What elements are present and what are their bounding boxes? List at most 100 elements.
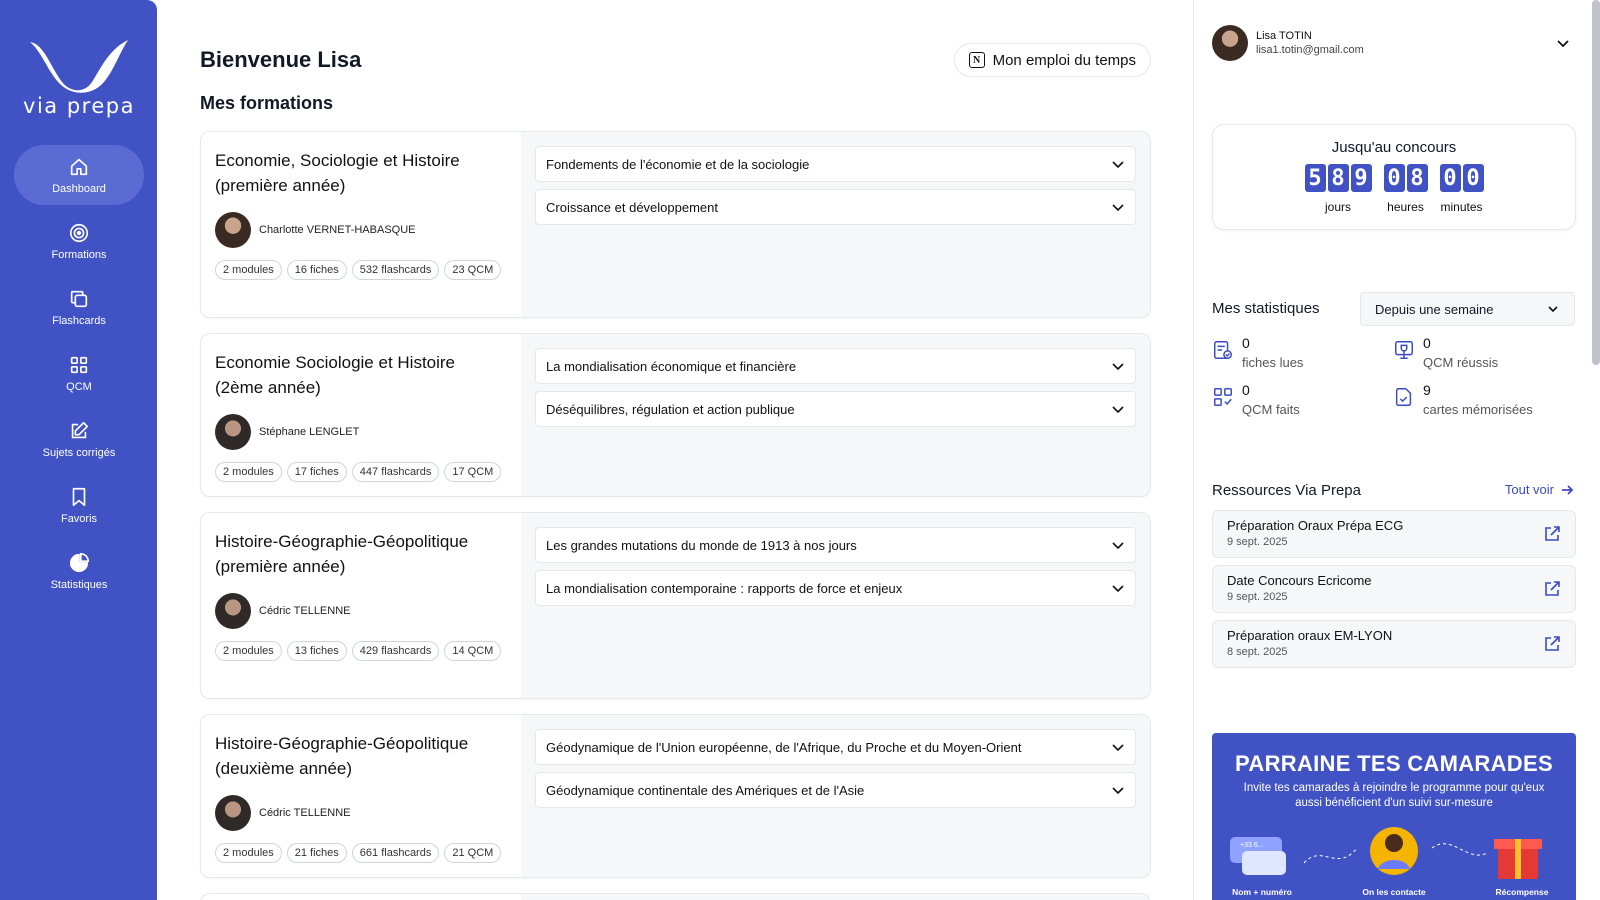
formation-title[interactable]: Economie Sociologie et Histoire (2ème an… [215, 350, 505, 400]
see-all-link[interactable]: Tout voir [1505, 482, 1574, 497]
resource-item[interactable]: Préparation oraux EM-LYON 8 sept. 2025 [1212, 620, 1576, 668]
teacher-name: Stéphane LENGLET [259, 426, 360, 438]
countdown-days-label: jours [1324, 200, 1351, 214]
page-title: Bienvenue Lisa [200, 47, 362, 72]
formation-title[interactable]: Histoire-Géographie-Géopolitique (premiè… [215, 529, 505, 579]
formation-info: Economie Sociologie et Histoire (2ème an… [201, 334, 521, 496]
module-dropdown[interactable]: La mondialisation économique et financiè… [535, 348, 1136, 384]
teacher-name: Cédric TELLENNE [259, 807, 351, 819]
formation-card: Economie Sociologie et Histoire (2ème an… [200, 333, 1151, 497]
referral-title: PARRAINE TES CAMARADES [1235, 751, 1553, 776]
via-prepa-logo[interactable]: via prepa [20, 38, 138, 120]
resource-name: Préparation Oraux Prépa ECG [1227, 518, 1404, 533]
stats-period-value: Depuis une semaine [1375, 301, 1494, 317]
countdown-minutes-label: minutes [1440, 200, 1483, 214]
stat-qcm-reussis: 0 QCM réussis [1393, 335, 1498, 370]
referral-step: On les contacte [1362, 887, 1426, 897]
user-avatar [1212, 25, 1248, 61]
stat-qcm-faits: 0 QCM faits [1212, 382, 1300, 417]
module-dropdown[interactable]: Déséquilibres, régulation et action publ… [535, 391, 1136, 427]
sidebar-item-statistiques[interactable]: Statistiques [14, 541, 144, 601]
edit-icon [71, 421, 89, 438]
timetable-button[interactable]: N Mon emploi du temps [953, 43, 1151, 77]
user-email: lisa1.totin@gmail.com [1256, 44, 1364, 56]
chevron-down-icon [1112, 363, 1124, 371]
formation-title[interactable]: Economie, Sociologie et Histoire (premiè… [215, 148, 505, 198]
countdown-title: Jusqu'au concours [1331, 139, 1457, 156]
stats-period-select[interactable]: Depuis une semaine [1360, 292, 1575, 326]
sidebar-item-favoris[interactable]: Favoris [14, 475, 144, 535]
chevron-down-icon [1112, 585, 1124, 593]
stat-value: 9 [1423, 382, 1431, 398]
module-dropdown[interactable]: Géodynamique continentale des Amériques … [535, 772, 1136, 808]
stat-value: 0 [1242, 335, 1250, 351]
tag-fiches: 17 fiches [286, 462, 347, 482]
sidebar-item-label: Favoris [60, 512, 98, 525]
sidebar-item-formations[interactable]: Formations [14, 211, 144, 271]
countdown-hours: 08 heures [1383, 164, 1428, 214]
module-dropdown[interactable]: Fondements de l'économie et de la sociol… [535, 146, 1136, 182]
formation-card: Economie, Sociologie et Histoire (premiè… [200, 131, 1151, 318]
chevron-down-icon [1548, 306, 1558, 313]
referral-banner[interactable]: PARRAINE TES CAMARADES Invite tes camara… [1212, 733, 1576, 900]
sidebar-item-qcm[interactable]: QCM [14, 343, 144, 403]
sidebar-item-dashboard[interactable]: Dashboard [14, 145, 144, 205]
resource-item[interactable]: Préparation Oraux Prépa ECG 9 sept. 2025 [1212, 510, 1576, 558]
module-dropdown[interactable]: Géodynamique de l'Union européenne, de l… [535, 729, 1136, 765]
arrow-right-icon [1562, 484, 1574, 495]
contact-person-head [1385, 834, 1403, 852]
right-panel: Lisa TOTIN lisa1.totin@gmail.com Jusqu'a… [1193, 0, 1600, 900]
sidebar-item-sujets-corriges[interactable]: Sujets corrigés [14, 409, 144, 469]
countdown-minutes-digits: 00 [1439, 164, 1484, 192]
countdown-timer: 589 jours 08 heures 00 minutes [1213, 164, 1575, 214]
stat-label: fiches lues [1242, 355, 1304, 370]
countdown-digit: 8 [1327, 164, 1349, 192]
cards-icon [70, 290, 88, 307]
countdown-digit: 8 [1406, 164, 1428, 192]
pie-chart-icon [69, 552, 89, 572]
target-icon [69, 223, 89, 242]
teacher-name: Charlotte VERNET-HABASQUE [259, 224, 416, 236]
tag-modules: 2 modules [215, 641, 282, 661]
formation-tags: 2 modules 13 fiches 429 flashcards 14 QC… [215, 641, 505, 661]
countdown-days: 589 jours [1304, 164, 1372, 214]
grid-check-icon [1214, 388, 1232, 406]
referral-badge: +33 6... [1240, 842, 1264, 849]
module-dropdown[interactable]: La mondialisation contemporaine : rappor… [535, 570, 1136, 606]
resources-title: Ressources Via Prepa [1212, 482, 1361, 499]
user-name: Lisa TOTIN [1256, 30, 1312, 42]
chevron-down-icon [1112, 204, 1124, 212]
module-label: Fondements de l'économie et de la sociol… [546, 156, 810, 172]
card-check-icon [1395, 388, 1412, 406]
teacher-avatar [215, 212, 251, 248]
chevron-down-icon [1112, 744, 1124, 752]
sidebar-item-label: Flashcards [52, 314, 106, 327]
resource-item[interactable]: Date Concours Ecricome 9 sept. 2025 [1212, 565, 1576, 613]
countdown-hours-digits: 08 [1383, 164, 1428, 192]
formation-tags: 2 modules 16 fiches 532 flashcards 23 QC… [215, 260, 505, 280]
chevron-down-icon[interactable] [1556, 36, 1570, 50]
user-menu[interactable]: Lisa TOTIN lisa1.totin@gmail.com [1212, 25, 1364, 61]
module-dropdown[interactable]: Croissance et développement [535, 189, 1136, 225]
countdown-digit: 0 [1462, 164, 1484, 192]
resource-date: 9 sept. 2025 [1227, 591, 1288, 603]
scrollbar[interactable] [1592, 0, 1600, 365]
formation-modules: Géodynamique de l'Union européenne, de l… [521, 715, 1150, 877]
teacher: Charlotte VERNET-HABASQUE [215, 212, 507, 248]
sidebar-item-label: QCM [66, 380, 92, 393]
formation-info: Economie, Sociologie et Histoire (premiè… [201, 132, 521, 317]
sidebar-item-flashcards[interactable]: Flashcards [14, 277, 144, 337]
tag-qcm: 17 QCM [444, 462, 502, 482]
tag-fiches: 16 fiches [286, 260, 347, 280]
sidebar-item-label: Dashboard [52, 182, 106, 195]
formation-modules: La mondialisation économique et financiè… [521, 334, 1150, 496]
exam-countdown: Jusqu'au concours 589 jours 08 heures 00… [1212, 124, 1576, 230]
referral-illustration: +33 6... [1230, 827, 1542, 879]
formation-info: Histoire-Géographie-Géopolitique (deuxiè… [201, 715, 521, 877]
module-dropdown[interactable]: Les grandes mutations du monde de 1913 à… [535, 527, 1136, 563]
bookmark-icon [72, 487, 86, 506]
formation-modules [521, 894, 1150, 900]
countdown-minutes: 00 minutes [1439, 164, 1484, 214]
teacher-name: Cédric TELLENNE [259, 605, 351, 617]
formation-title[interactable]: Histoire-Géographie-Géopolitique (deuxiè… [215, 731, 505, 781]
